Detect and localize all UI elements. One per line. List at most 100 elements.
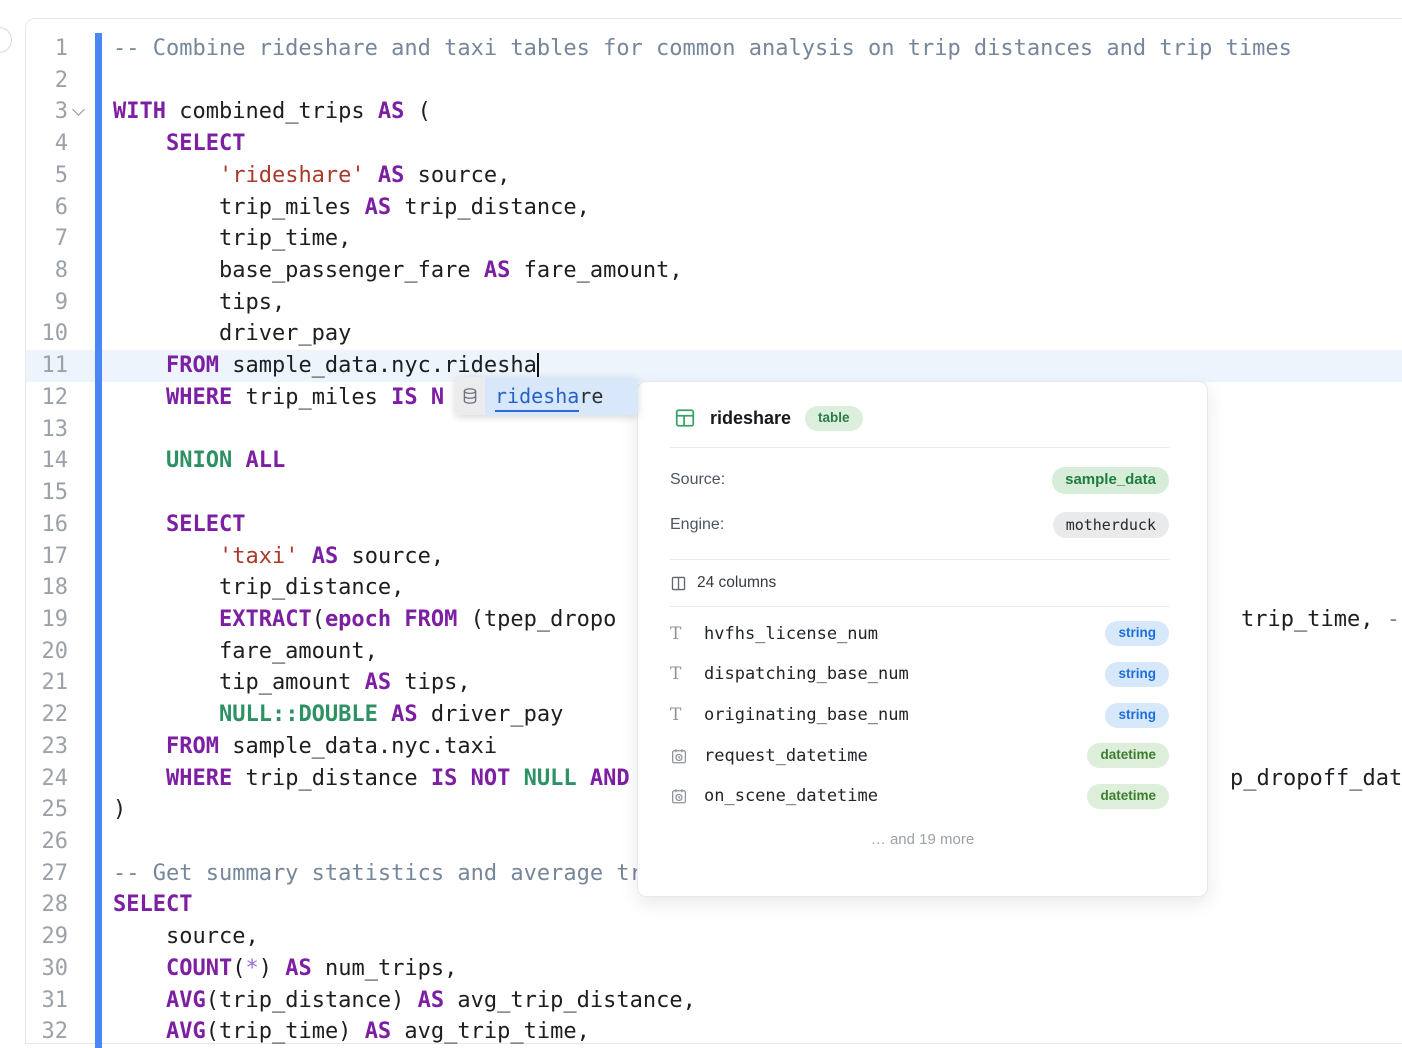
code-token	[378, 702, 391, 727]
code-token: (tpep_dropo	[457, 607, 616, 632]
code-line[interactable]: 31 AVG(trip_distance) AS avg_trip_distan…	[26, 985, 1402, 1017]
autocomplete-item-rideshare[interactable]: rideshare	[485, 377, 638, 415]
engine-badge: motherduck	[1053, 512, 1169, 539]
line-number[interactable]: 27	[26, 858, 68, 890]
left-edge-button[interactable]	[0, 27, 12, 53]
fold-chevron-icon[interactable]	[72, 104, 85, 117]
fold-gutter	[68, 128, 95, 160]
code-token	[113, 131, 166, 156]
code-token: (	[312, 607, 325, 632]
datetime-type-icon	[670, 787, 692, 805]
code-token: ALL	[245, 448, 285, 473]
code-line[interactable]: 2	[26, 65, 1402, 97]
fold-gutter	[68, 858, 95, 890]
code-text	[102, 414, 113, 446]
code-token: trip_distance	[232, 766, 431, 791]
code-line[interactable]: 6 trip_miles AS trip_distance,	[26, 192, 1402, 224]
line-number[interactable]: 4	[26, 128, 68, 160]
line-number[interactable]: 21	[26, 667, 68, 699]
code-line[interactable]: 8 base_passenger_fare AS fare_amount,	[26, 255, 1402, 287]
column-row: Thvfhs_license_numstring	[638, 613, 1207, 654]
code-text	[102, 65, 113, 97]
code-line[interactable]: 1-- Combine rideshare and taxi tables fo…	[26, 33, 1402, 65]
line-number[interactable]: 18	[26, 572, 68, 604]
code-token: combined_trips	[166, 99, 378, 124]
line-number[interactable]: 22	[26, 699, 68, 731]
code-text: )	[102, 794, 126, 826]
line-number[interactable]: 2	[26, 65, 68, 97]
column-name: hvfhs_license_num	[704, 624, 1105, 644]
cell-indicator-bar	[95, 33, 102, 65]
code-token: fare_amount,	[510, 258, 682, 283]
code-token	[113, 353, 166, 378]
code-line[interactable]: 32 AVG(trip_time) AS avg_trip_time,	[26, 1016, 1402, 1048]
cell-indicator-bar	[95, 318, 102, 350]
code-text: AVG(trip_distance) AS avg_trip_distance,	[102, 985, 696, 1017]
cell-indicator-bar	[95, 794, 102, 826]
line-number[interactable]: 19	[26, 604, 68, 636]
code-line[interactable]: 5 'rideshare' AS source,	[26, 160, 1402, 192]
line-number[interactable]: 1	[26, 33, 68, 65]
line-number[interactable]: 32	[26, 1016, 68, 1048]
line-number[interactable]: 15	[26, 477, 68, 509]
line-number[interactable]: 11	[26, 350, 68, 382]
code-token: FROM	[166, 353, 219, 378]
code-token: SELECT	[166, 512, 245, 537]
code-line[interactable]: 10 driver_pay	[26, 318, 1402, 350]
code-line-24-tail: p_dropoff_datet	[1230, 763, 1402, 795]
column-name: dispatching_base_num	[704, 664, 1105, 684]
table-info-card: rideshare table Source: sample_data Engi…	[637, 381, 1208, 897]
code-token	[113, 956, 166, 981]
code-line[interactable]: 9 tips,	[26, 287, 1402, 319]
line-number[interactable]: 13	[26, 414, 68, 446]
fold-gutter	[68, 541, 95, 573]
source-badge: sample_data	[1052, 467, 1169, 494]
line-number[interactable]: 8	[26, 255, 68, 287]
code-text: WITH combined_trips AS (	[102, 96, 431, 128]
line-number[interactable]: 6	[26, 192, 68, 224]
fold-gutter	[68, 636, 95, 668]
line-number[interactable]: 14	[26, 445, 68, 477]
code-token: avg_trip_distance,	[444, 988, 696, 1013]
cell-indicator-bar	[95, 350, 102, 382]
cell-indicator-bar	[95, 826, 102, 858]
line-number[interactable]: 23	[26, 731, 68, 763]
code-line[interactable]: 3 WITH combined_trips AS (	[26, 96, 1402, 128]
line-number[interactable]: 12	[26, 382, 68, 414]
line-number[interactable]: 24	[26, 763, 68, 795]
code-line[interactable]: 4 SELECT	[26, 128, 1402, 160]
line-number[interactable]: 9	[26, 287, 68, 319]
line-number[interactable]: 17	[26, 541, 68, 573]
line-number[interactable]: 30	[26, 953, 68, 985]
text-cursor	[537, 353, 539, 377]
autocomplete-rest-text: re	[579, 384, 603, 408]
code-token: trip_distance,	[113, 575, 404, 600]
code-line[interactable]: 11 FROM sample_data.nyc.ridesha	[26, 350, 1402, 382]
code-token: AS	[285, 956, 312, 981]
source-row: Source: sample_data	[638, 458, 1207, 503]
code-token	[113, 512, 166, 537]
code-token	[113, 988, 166, 1013]
cell-indicator-bar	[95, 699, 102, 731]
column-name: originating_base_num	[704, 705, 1105, 725]
line-number[interactable]: 7	[26, 223, 68, 255]
line-number[interactable]: 25	[26, 794, 68, 826]
line-number[interactable]: 28	[26, 889, 68, 921]
code-line[interactable]: 7 trip_time,	[26, 223, 1402, 255]
cell-indicator-bar	[95, 636, 102, 668]
table-icon	[674, 407, 696, 429]
code-token: (	[232, 956, 245, 981]
line-number[interactable]: 26	[26, 826, 68, 858]
line-number[interactable]: 20	[26, 636, 68, 668]
cell-indicator-bar	[95, 667, 102, 699]
line-number[interactable]: 5	[26, 160, 68, 192]
line-number[interactable]: 31	[26, 985, 68, 1017]
line-number[interactable]: 10	[26, 318, 68, 350]
line-number[interactable]: 3	[26, 96, 68, 128]
line-number[interactable]: 29	[26, 921, 68, 953]
code-line[interactable]: 29 source,	[26, 921, 1402, 953]
code-line[interactable]: 30 COUNT(*) AS num_trips,	[26, 953, 1402, 985]
line-number[interactable]: 16	[26, 509, 68, 541]
fold-gutter	[68, 921, 95, 953]
cell-indicator-bar	[95, 541, 102, 573]
